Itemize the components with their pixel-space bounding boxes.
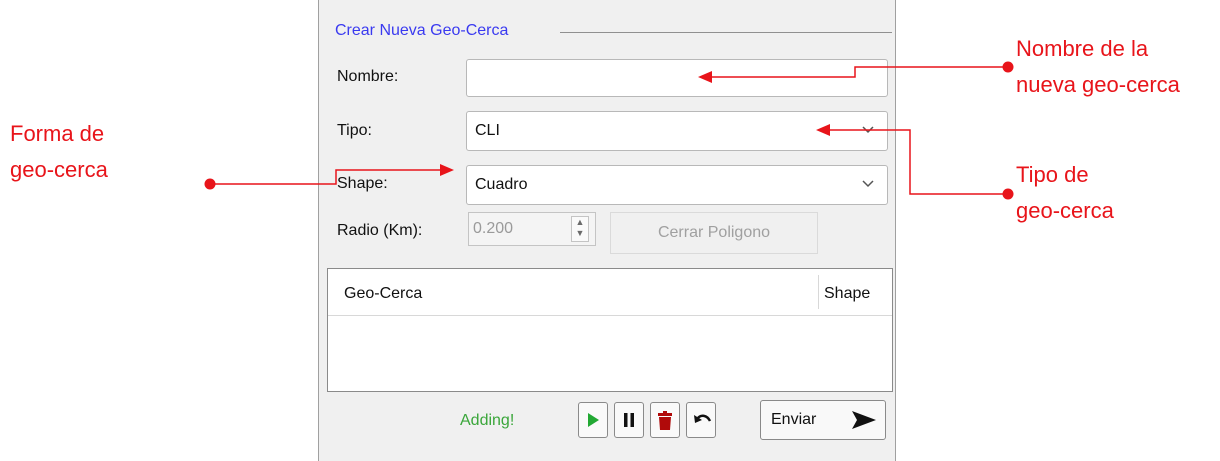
callout-forma-arrowhead bbox=[440, 164, 454, 176]
callout-tipo-arrowhead bbox=[816, 124, 830, 136]
callout-nombre-dot bbox=[1002, 61, 1014, 73]
callout-forma-line bbox=[210, 169, 440, 185]
callout-nombre-arrowhead bbox=[698, 71, 712, 83]
callout-forma-dot bbox=[204, 178, 216, 190]
callout-tipo-dot bbox=[1002, 188, 1014, 200]
callout-tipo-line bbox=[830, 129, 1008, 195]
callout-nombre-line bbox=[712, 66, 1008, 78]
annotation-callouts bbox=[204, 61, 1014, 200]
